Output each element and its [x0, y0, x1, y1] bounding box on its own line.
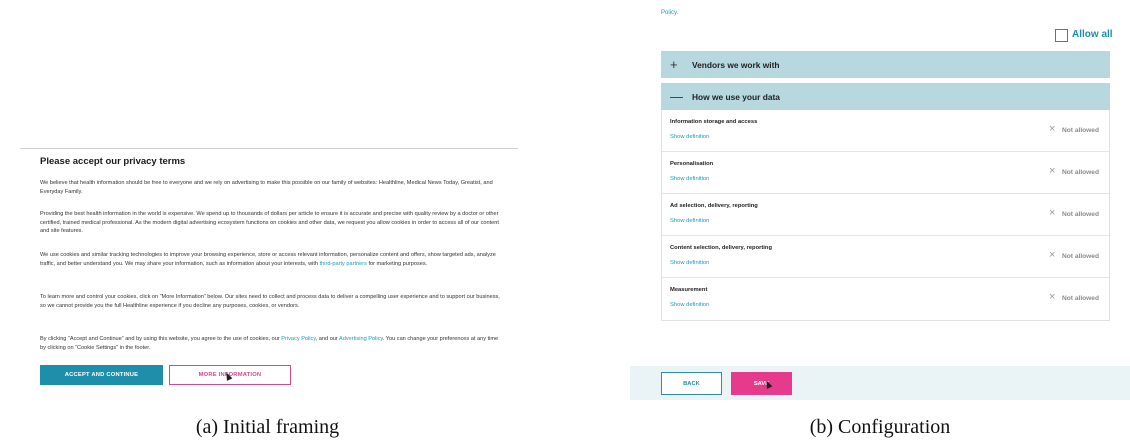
allow-all-checkbox[interactable]: [1055, 29, 1068, 42]
purpose-title: Information storage and access: [670, 119, 758, 125]
not-allowed-x-icon[interactable]: ×: [1049, 208, 1055, 219]
privacy-policy-link[interactable]: Privacy Policy: [281, 336, 315, 342]
show-definition-link[interactable]: Show definition: [670, 260, 709, 266]
not-allowed-x-icon[interactable]: ×: [1049, 250, 1055, 261]
save-button[interactable]: SAVE: [731, 372, 792, 395]
vendors-section-label: Vendors we work with: [692, 59, 780, 70]
not-allowed-x-icon[interactable]: ×: [1049, 124, 1055, 135]
banner-paragraph-4: To learn more and control your cookies, …: [40, 294, 500, 309]
paragraph-text: , and our: [315, 336, 340, 342]
privacy-banner: Please accept our privacy terms We belie…: [20, 148, 518, 400]
not-allowed-x-icon[interactable]: ×: [1049, 292, 1055, 303]
data-usage-section-toggle[interactable]: — How we use your data: [661, 83, 1110, 110]
purpose-status[interactable]: Not allowed: [1062, 253, 1099, 260]
purpose-status[interactable]: Not allowed: [1062, 127, 1099, 134]
purpose-row-personalisation: Personalisation Show definition × Not al…: [662, 152, 1109, 194]
banner-title: Please accept our privacy terms: [40, 156, 186, 167]
data-usage-section-label: How we use your data: [692, 91, 780, 102]
caption-initial-framing: (a) Initial framing: [195, 416, 340, 438]
purpose-status[interactable]: Not allowed: [1062, 211, 1099, 218]
show-definition-link[interactable]: Show definition: [670, 218, 709, 224]
purpose-row-content-selection: Content selection, delivery, reporting S…: [662, 236, 1109, 278]
purpose-title: Content selection, delivery, reporting: [670, 245, 773, 251]
paragraph-text: By clicking “Accept and Continue” and by…: [40, 336, 282, 342]
panel-configuration: Policy. Allow all + Vendors we work with…: [630, 0, 1130, 443]
purpose-title: Ad selection, delivery, reporting: [670, 203, 758, 209]
paragraph-text: We use cookies and similar tracking tech…: [40, 252, 496, 267]
purpose-row-storage: Information storage and access Show defi…: [662, 110, 1109, 152]
third-party-partners-link[interactable]: third-party partners: [320, 261, 367, 267]
advertising-policy-link[interactable]: Advertising Policy: [339, 336, 383, 342]
back-button[interactable]: BACK: [661, 372, 722, 395]
purpose-title: Personalisation: [670, 161, 714, 167]
vendors-section-toggle[interactable]: + Vendors we work with: [661, 51, 1110, 78]
purpose-row-measurement: Measurement Show definition × Not allowe…: [662, 278, 1109, 320]
not-allowed-x-icon[interactable]: ×: [1049, 166, 1055, 177]
purpose-list: Information storage and access Show defi…: [661, 110, 1110, 321]
accept-and-continue-button[interactable]: ACCEPT AND CONTINUE: [40, 365, 163, 385]
banner-paragraph-2: Providing the best health information in…: [40, 211, 499, 234]
panel-initial-framing: Please accept our privacy terms We belie…: [0, 0, 535, 443]
show-definition-link[interactable]: Show definition: [670, 134, 709, 140]
settings-footer: BACK SAVE: [630, 366, 1130, 400]
show-definition-link[interactable]: Show definition: [670, 176, 709, 182]
purpose-row-ad-selection: Ad selection, delivery, reporting Show d…: [662, 194, 1109, 236]
collapse-minus-icon: —: [670, 89, 683, 104]
paragraph-text: for marketing purposes.: [366, 260, 428, 267]
banner-paragraph-5: By clicking “Accept and Continue” and by…: [40, 335, 505, 352]
banner-paragraph-1: We believe that health information shoul…: [40, 180, 493, 195]
banner-paragraph-3: We use cookies and similar tracking tech…: [40, 251, 505, 268]
allow-all-label[interactable]: Allow all: [1072, 29, 1113, 40]
caption-configuration: (b) Configuration: [809, 416, 951, 438]
expand-plus-icon: +: [670, 57, 678, 72]
purpose-title: Measurement: [670, 287, 708, 293]
purpose-status[interactable]: Not allowed: [1062, 295, 1099, 302]
policy-link-fragment[interactable]: Policy.: [661, 10, 678, 16]
show-definition-link[interactable]: Show definition: [670, 302, 709, 308]
purpose-status[interactable]: Not allowed: [1062, 169, 1099, 176]
